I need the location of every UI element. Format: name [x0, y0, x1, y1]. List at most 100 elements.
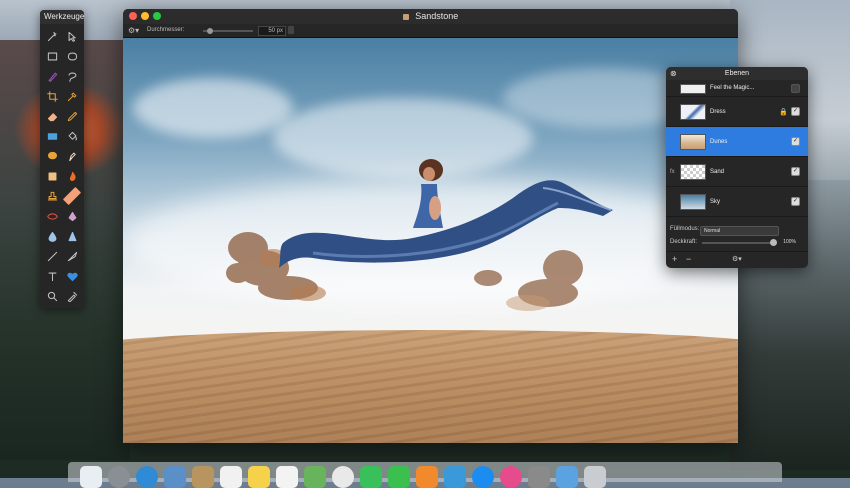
visibility-checkbox[interactable] [791, 83, 800, 93]
tools-grid [40, 24, 84, 306]
gear-icon[interactable]: ⚙▾ [128, 24, 139, 37]
notes-icon[interactable] [248, 466, 270, 488]
sponge-icon[interactable] [42, 166, 62, 186]
layer-row[interactable]: Feel the Magic... [666, 80, 808, 97]
document-window: Sandstone ⚙▾ Durchmesser: 50 px [123, 9, 738, 443]
tools-palette-title: Werkzeuge [40, 10, 84, 24]
launchpad-icon[interactable] [108, 466, 130, 488]
layer-thumbnail [680, 133, 706, 150]
close-icon[interactable]: ⊗ [670, 67, 677, 80]
visibility-checkbox[interactable]: ✓ [791, 137, 800, 146]
contacts-icon[interactable] [192, 466, 214, 488]
maps-icon[interactable] [304, 466, 326, 488]
eye-icon[interactable] [42, 206, 62, 226]
system-preferences-icon[interactable] [528, 466, 550, 488]
blend-mode-value: Normal [704, 228, 721, 234]
layer-thumbnail [680, 84, 706, 94]
diameter-label: Durchmesser: [147, 27, 185, 33]
calendar-icon[interactable] [220, 466, 242, 488]
zoom-icon[interactable] [42, 286, 62, 306]
zoom-button[interactable] [153, 12, 161, 20]
diameter-slider-knob[interactable] [207, 28, 213, 34]
text-icon[interactable] [42, 266, 62, 286]
layer-row-selected[interactable]: Dunes ✓ [666, 127, 808, 157]
opacity-label: Deckkraft: [670, 239, 698, 245]
layer-row[interactable]: fx Sand ✓ [666, 157, 808, 187]
smudge-icon[interactable] [62, 146, 82, 166]
layer-settings-button[interactable]: ⚙▾ [732, 255, 742, 263]
add-layer-button[interactable]: + [672, 254, 677, 264]
lock-icon[interactable]: 🔒 [779, 108, 788, 116]
blend-mode-select[interactable]: Normal [700, 226, 779, 236]
crop-icon[interactable] [42, 86, 62, 106]
minimize-button[interactable] [141, 12, 149, 20]
bucket-icon[interactable] [62, 126, 82, 146]
layer-name: Feel the Magic... [710, 85, 755, 91]
opacity-slider-knob[interactable] [770, 239, 777, 246]
pen-icon[interactable] [62, 246, 82, 266]
girl-figure [413, 159, 443, 228]
cone-icon[interactable] [62, 226, 82, 246]
tools-palette: Werkzeuge [40, 10, 84, 308]
layers-panel: ⊗ Ebenen Feel the Magic... Dress 🔒 ✓ Dun… [666, 67, 808, 268]
drop-icon[interactable] [42, 226, 62, 246]
layers-panel-footer: + − ⚙▾ [666, 251, 808, 268]
options-bar: ⚙▾ Durchmesser: 50 px [123, 24, 738, 38]
ellipse-select-icon[interactable] [62, 46, 82, 66]
finder-icon[interactable] [80, 466, 102, 488]
pixelmator-icon[interactable] [444, 466, 466, 488]
heart-icon[interactable] [62, 266, 82, 286]
close-button[interactable] [129, 12, 137, 20]
itunes-icon[interactable] [500, 466, 522, 488]
diameter-input[interactable]: 50 px [258, 26, 286, 36]
preview-icon[interactable] [164, 466, 186, 488]
layer-name: Sand [710, 168, 725, 175]
safari-icon[interactable] [136, 466, 158, 488]
rect-select-icon[interactable] [42, 46, 62, 66]
stamp-icon[interactable] [42, 186, 62, 206]
reminders-icon[interactable] [276, 466, 298, 488]
visibility-checkbox[interactable]: ✓ [791, 197, 800, 206]
blur-icon[interactable] [62, 206, 82, 226]
canvas-image[interactable] [123, 38, 738, 443]
color-picker-icon[interactable] [62, 286, 82, 306]
layer-thumbnail [680, 163, 706, 180]
magic-wand-icon[interactable] [42, 26, 62, 46]
layer-thumbnail [680, 103, 706, 120]
lasso-icon[interactable] [62, 66, 82, 86]
bandage-icon[interactable] [62, 186, 82, 206]
trash-icon[interactable] [584, 466, 606, 488]
messages-icon[interactable] [360, 466, 382, 488]
books-icon[interactable] [416, 466, 438, 488]
brush-purple-icon[interactable] [42, 66, 62, 86]
opacity-value: 100% [783, 239, 796, 245]
eraser-icon[interactable] [42, 106, 62, 126]
layers-panel-header: ⊗ Ebenen [666, 67, 808, 80]
layer-name: Dunes [710, 138, 728, 145]
diameter-value: 50 px [268, 28, 283, 34]
diameter-slider[interactable] [203, 28, 253, 34]
eyedropper-icon[interactable] [62, 86, 82, 106]
app-store-icon[interactable] [472, 466, 494, 488]
burn-icon[interactable] [62, 166, 82, 186]
window-titlebar: Sandstone [123, 9, 738, 24]
facetime-icon[interactable] [388, 466, 410, 488]
visibility-checkbox[interactable]: ✓ [791, 167, 800, 176]
opacity-slider[interactable] [702, 242, 774, 244]
line-icon[interactable] [42, 246, 62, 266]
remove-layer-button[interactable]: − [686, 254, 691, 264]
pencil-icon[interactable] [62, 106, 82, 126]
downloads-icon[interactable] [556, 466, 578, 488]
document-icon [402, 13, 409, 20]
sand-dune [123, 330, 738, 443]
layer-row[interactable]: Sky ✓ [666, 187, 808, 217]
diameter-stepper[interactable] [288, 26, 294, 34]
move-arrow-icon[interactable] [62, 26, 82, 46]
photos-icon[interactable] [332, 466, 354, 488]
visibility-checkbox[interactable]: ✓ [791, 107, 800, 116]
layer-thumbnail [680, 193, 706, 210]
layer-name: Sky [710, 198, 721, 205]
paint-icon[interactable] [42, 146, 62, 166]
fill-rect-icon[interactable] [42, 126, 62, 146]
layer-row[interactable]: Dress 🔒 ✓ [666, 97, 808, 127]
